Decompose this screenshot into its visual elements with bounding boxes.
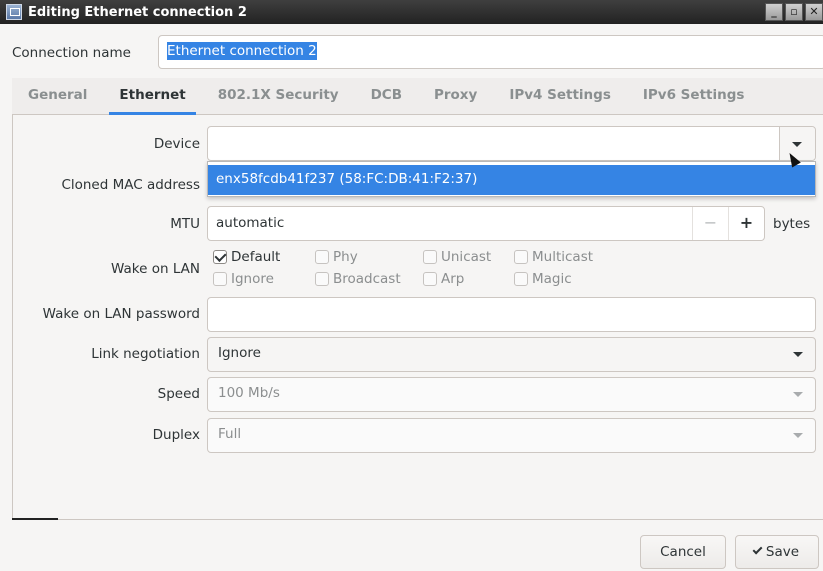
checkbox-icon bbox=[213, 272, 227, 286]
wol-ignore-label: Ignore bbox=[231, 271, 274, 287]
checkbox-icon bbox=[423, 272, 437, 286]
wol-magic-label: Magic bbox=[532, 271, 572, 287]
close-button[interactable]: ✕ bbox=[805, 3, 823, 21]
duplex-value: Full bbox=[218, 426, 242, 442]
wol-broadcast-label: Broadcast bbox=[333, 271, 401, 287]
wol-multicast-checkbox[interactable]: Multicast bbox=[514, 249, 593, 265]
cancel-button[interactable]: Cancel bbox=[640, 535, 726, 569]
tab-bar: General Ethernet 802.1X Security DCB Pro… bbox=[12, 78, 823, 115]
wol-ignore-checkbox[interactable]: Ignore bbox=[213, 271, 274, 287]
mtu-unit: bytes bbox=[773, 216, 811, 232]
save-button[interactable]: Save bbox=[735, 535, 819, 569]
connection-name-value: Ethernet connection 2 bbox=[167, 42, 317, 60]
tab-dcb[interactable]: DCB bbox=[355, 78, 418, 115]
chevron-down-icon bbox=[793, 352, 803, 357]
duplex-label: Duplex bbox=[152, 427, 200, 443]
tab-general[interactable]: General bbox=[12, 78, 103, 115]
mtu-value: automatic bbox=[216, 215, 285, 231]
tab-proxy[interactable]: Proxy bbox=[418, 78, 493, 115]
mtu-decrement-button[interactable]: − bbox=[692, 207, 728, 240]
checkbox-icon bbox=[315, 272, 329, 286]
connection-name-label: Connection name bbox=[12, 45, 131, 61]
mtu-label: MTU bbox=[170, 216, 200, 232]
device-dropdown-menu: enx58fcdb41f237 (58:FC:DB:41:F2:37) bbox=[207, 161, 816, 197]
check-icon bbox=[752, 544, 763, 555]
maximize-button[interactable]: ▫ bbox=[785, 3, 803, 21]
network-app-icon bbox=[6, 4, 22, 20]
save-button-label: Save bbox=[765, 544, 800, 560]
minimize-button[interactable]: _ bbox=[765, 3, 783, 21]
wol-multicast-label: Multicast bbox=[532, 249, 594, 265]
mtu-spinbutton[interactable]: automatic − + bbox=[207, 206, 765, 241]
checkbox-icon bbox=[423, 250, 437, 264]
checkbox-icon bbox=[514, 272, 528, 286]
wol-password-input[interactable] bbox=[207, 297, 816, 332]
wol-phy-checkbox[interactable]: Phy bbox=[315, 249, 358, 265]
checkbox-icon bbox=[315, 250, 329, 264]
wol-unicast-label: Unicast bbox=[441, 249, 492, 265]
duplex-combo: Full bbox=[207, 418, 816, 453]
wol-phy-label: Phy bbox=[333, 249, 358, 265]
wol-unicast-checkbox[interactable]: Unicast bbox=[423, 249, 491, 265]
chevron-down-icon bbox=[793, 392, 803, 397]
divider bbox=[12, 518, 58, 520]
chevron-down-icon bbox=[793, 433, 803, 438]
tab-ipv4-settings[interactable]: IPv4 Settings bbox=[493, 78, 627, 115]
window-titlebar[interactable]: Editing Ethernet connection 2 _ ▫ ✕ bbox=[0, 0, 823, 24]
device-option[interactable]: enx58fcdb41f237 (58:FC:DB:41:F2:37) bbox=[208, 165, 815, 195]
speed-value: 100 Mb/s bbox=[218, 385, 280, 401]
wol-default-label: Default bbox=[231, 249, 281, 265]
wol-broadcast-checkbox[interactable]: Broadcast bbox=[315, 271, 401, 287]
speed-combo: 100 Mb/s bbox=[207, 377, 816, 412]
wol-magic-checkbox[interactable]: Magic bbox=[514, 271, 572, 287]
checkbox-icon bbox=[514, 250, 528, 264]
window-title: Editing Ethernet connection 2 bbox=[28, 4, 247, 20]
tab-802-1x-security[interactable]: 802.1X Security bbox=[202, 78, 355, 115]
link-negotiation-value: Ignore bbox=[218, 345, 261, 361]
tab-ipv6-settings[interactable]: IPv6 Settings bbox=[627, 78, 761, 115]
wol-label: Wake on LAN bbox=[111, 261, 200, 277]
wol-default-checkbox[interactable]: Default bbox=[213, 249, 280, 265]
mtu-increment-button[interactable]: + bbox=[728, 207, 764, 240]
link-negotiation-combo[interactable]: Ignore bbox=[207, 337, 816, 372]
checkbox-icon bbox=[213, 250, 227, 264]
connection-name-input[interactable]: Ethernet connection 2 bbox=[158, 35, 823, 69]
chevron-down-icon bbox=[792, 142, 802, 147]
link-negotiation-label: Link negotiation bbox=[91, 346, 200, 362]
window-controls: _ ▫ ✕ bbox=[765, 3, 823, 21]
speed-label: Speed bbox=[157, 386, 200, 402]
tab-ethernet[interactable]: Ethernet bbox=[103, 78, 201, 115]
wol-arp-checkbox[interactable]: Arp bbox=[423, 271, 464, 287]
device-label: Device bbox=[153, 136, 200, 152]
cloned-mac-label: Cloned MAC address bbox=[61, 177, 200, 193]
wol-arp-label: Arp bbox=[441, 271, 465, 287]
wol-password-label: Wake on LAN password bbox=[42, 306, 200, 322]
device-combo[interactable] bbox=[207, 126, 816, 161]
